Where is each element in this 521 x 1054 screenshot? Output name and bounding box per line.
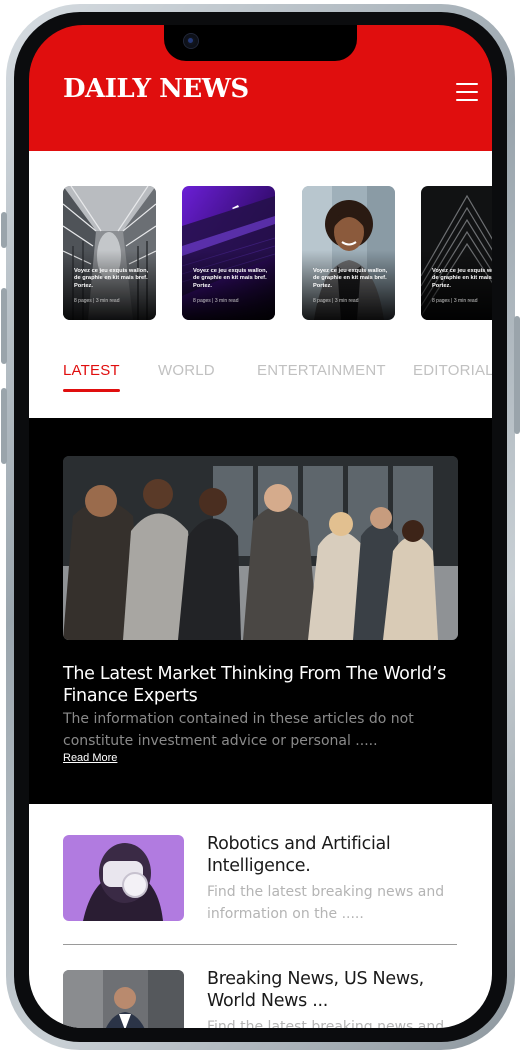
story-meta: 8 pages | 3 min read bbox=[193, 298, 239, 304]
tab-editorial[interactable]: EDITORIAL bbox=[413, 362, 492, 379]
hamburger-menu-icon[interactable] bbox=[456, 83, 478, 101]
active-tab-indicator bbox=[63, 389, 120, 392]
article-list: Robotics and Artificial Intelligence. Fi… bbox=[29, 804, 492, 1028]
notch bbox=[164, 25, 357, 61]
article-description: Find the latest breaking news and bbox=[207, 1019, 445, 1028]
story-title: Voyez ce jeu exquis wallon, de graphie e… bbox=[74, 268, 149, 289]
article-thumbnail[interactable] bbox=[63, 970, 184, 1028]
article-thumbnail[interactable] bbox=[63, 835, 184, 921]
featured-title[interactable]: The Latest Market Thinking From The Worl… bbox=[63, 663, 458, 707]
article-title[interactable]: Robotics and Artificial Intelligence. bbox=[207, 833, 472, 877]
featured-description: The information contained in these artic… bbox=[63, 711, 414, 749]
story-title: Voyez ce jeu exquis wallon, de graphie e… bbox=[313, 268, 388, 289]
tab-world[interactable]: WORLD bbox=[158, 362, 215, 379]
article-image-vr-headset bbox=[63, 835, 184, 921]
featured-image[interactable] bbox=[63, 456, 458, 640]
article-title[interactable]: Breaking News, US News, World News ... bbox=[207, 968, 472, 1012]
story-card[interactable]: Voyez ce jeu exquis wallon, de graphie e… bbox=[421, 186, 492, 320]
story-card[interactable]: Voyez ce jeu exquis wallon, de graphie e… bbox=[63, 186, 156, 320]
tab-latest[interactable]: LATEST bbox=[63, 362, 120, 379]
camera-icon bbox=[184, 34, 198, 48]
featured-photo-business-people bbox=[63, 456, 458, 640]
article-description: Find the latest breaking news and inform… bbox=[207, 884, 445, 922]
story-meta: 8 pages | 3 min read bbox=[74, 298, 120, 304]
read-more-link[interactable]: Read More bbox=[63, 752, 117, 764]
stories-section: Voyez ce jeu exquis wallon, de graphie e… bbox=[29, 151, 492, 418]
phone-side-button bbox=[1, 212, 7, 248]
story-meta: 8 pages | 3 min read bbox=[432, 298, 478, 304]
phone-screen: DAILY NEWS Voyez ce jeu exquis wallon, d… bbox=[29, 25, 492, 1028]
story-title: Voyez ce jeu exquis wallon, de graphie e… bbox=[193, 268, 268, 289]
phone-side-button bbox=[514, 316, 520, 434]
tab-entertainment[interactable]: ENTERTAINMENT bbox=[257, 362, 386, 379]
story-meta: 8 pages | 3 min read bbox=[313, 298, 359, 304]
story-title: Voyez ce jeu exquis wallon, de graphie e… bbox=[432, 268, 492, 289]
featured-article: The Latest Market Thinking From The Worl… bbox=[29, 418, 492, 804]
article-image-businessman bbox=[63, 970, 184, 1028]
app-logo: DAILY NEWS bbox=[63, 74, 249, 104]
story-card[interactable]: Voyez ce jeu exquis wallon, de graphie e… bbox=[302, 186, 395, 320]
phone-side-button bbox=[1, 388, 7, 464]
phone-side-button bbox=[1, 288, 7, 364]
divider bbox=[63, 944, 457, 945]
story-card[interactable]: Voyez ce jeu exquis wallon, de graphie e… bbox=[182, 186, 275, 320]
